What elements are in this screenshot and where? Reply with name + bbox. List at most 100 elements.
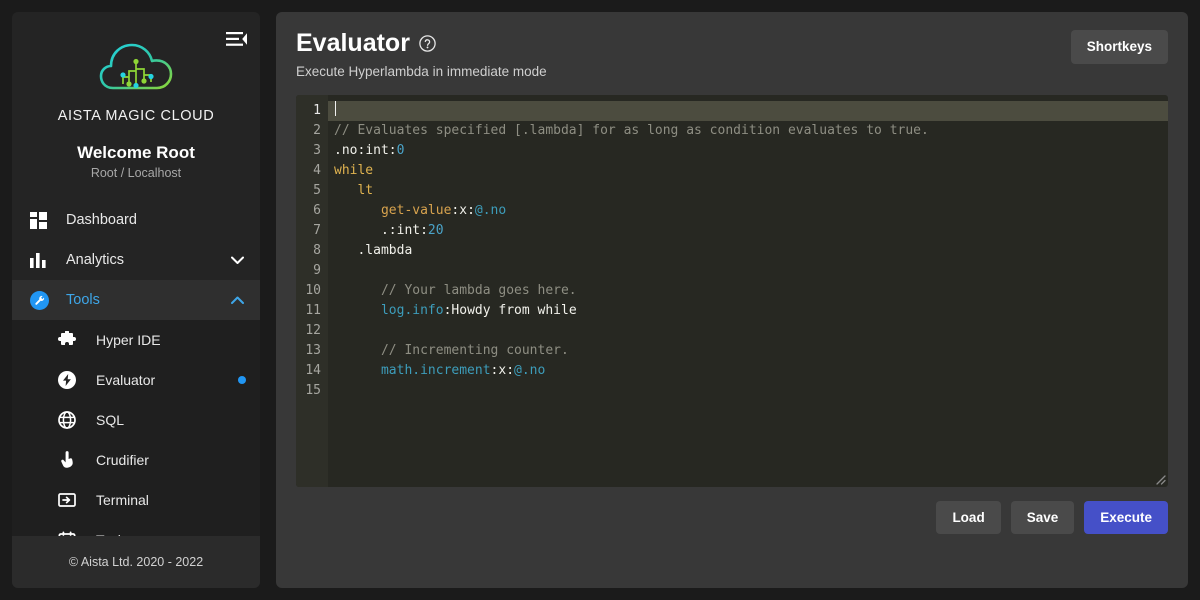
sidebar-subitem-label: Evaluator bbox=[96, 372, 156, 388]
brand-name: AISTA MAGIC CLOUD bbox=[57, 108, 215, 124]
code-token: .lambda bbox=[334, 242, 413, 258]
code-token: @ bbox=[474, 202, 483, 218]
shortkeys-button[interactable]: Shortkeys bbox=[1070, 30, 1168, 64]
code-token: int bbox=[365, 142, 389, 158]
code-token: while bbox=[334, 162, 374, 178]
line-number: 14 bbox=[305, 362, 321, 378]
code-token: :x: bbox=[490, 362, 515, 378]
puzzle-piece-icon bbox=[58, 331, 84, 349]
hyperlambda-editor[interactable]: 1 2 3 4 5 6 7 8 9 10 11 12 13 14 15 // Evaluates speci… bbox=[296, 94, 1168, 487]
line-number: 4 bbox=[313, 162, 321, 178]
globe-icon bbox=[58, 411, 84, 429]
sidebar-item-dashboard[interactable]: Dashboard bbox=[12, 200, 260, 240]
line-number: 6 bbox=[313, 202, 321, 218]
code-line[interactable]: .lambda bbox=[328, 241, 1168, 261]
code-line[interactable] bbox=[328, 381, 1168, 401]
code-token: log.info bbox=[380, 302, 444, 318]
sidebar-subitem-tasks[interactable]: Tasks bbox=[12, 520, 260, 536]
code-token: Howdy from while bbox=[451, 302, 577, 318]
line-number: 12 bbox=[305, 322, 321, 338]
header-text-block: Evaluator Execute Hyperlambda in immedia… bbox=[296, 29, 547, 78]
code-line[interactable] bbox=[328, 261, 1168, 281]
code-token: .no bbox=[482, 202, 507, 218]
code-token: get-value bbox=[380, 202, 452, 218]
sidebar-footer: © Aista Ltd. 2020 - 2022 bbox=[12, 536, 260, 588]
sidebar-subitem-label: Terminal bbox=[96, 492, 149, 508]
code-line[interactable]: .:int:20 bbox=[328, 221, 1168, 241]
chevron-up-icon[interactable] bbox=[228, 296, 246, 305]
load-button[interactable]: Load bbox=[936, 500, 1001, 534]
main-header: Evaluator Execute Hyperlambda in immedia… bbox=[296, 29, 1168, 79]
code-token: // Your lambda goes here. bbox=[380, 282, 577, 298]
editor-resize-handle[interactable] bbox=[1152, 471, 1166, 485]
code-token: math.increment bbox=[380, 362, 491, 378]
line-number: 8 bbox=[313, 242, 321, 258]
user-path: Root / Localhost bbox=[90, 166, 182, 180]
code-line[interactable]: get-value:x:@.no bbox=[328, 201, 1168, 221]
sidebar-item-label: Tools bbox=[66, 292, 100, 308]
line-number: 3 bbox=[313, 142, 321, 158]
editor-line-numbers: 1 2 3 4 5 6 7 8 9 10 11 12 13 14 15 bbox=[296, 94, 328, 487]
line-number: 5 bbox=[313, 182, 321, 198]
line-number: 15 bbox=[305, 382, 321, 398]
sidebar-subitem-label: Crudifier bbox=[96, 452, 149, 468]
sidebar: AISTA MAGIC CLOUD Welcome Root Root / Lo… bbox=[12, 12, 260, 588]
code-token: .no bbox=[521, 362, 546, 378]
code-token: // Evaluates specified [.lambda] for as … bbox=[334, 122, 929, 138]
save-button[interactable]: Save bbox=[1010, 500, 1075, 534]
editor-code-area[interactable]: // Evaluates specified [.lambda] for as … bbox=[328, 95, 1168, 487]
code-line[interactable]: .no:int:0 bbox=[328, 141, 1168, 161]
page-title-text: Evaluator bbox=[296, 29, 410, 57]
code-token: .:int: bbox=[334, 222, 428, 238]
sidebar-subitem-terminal[interactable]: Terminal bbox=[12, 480, 260, 520]
code-token: : bbox=[388, 142, 397, 158]
code-token: // Incrementing counter. bbox=[380, 342, 569, 358]
code-token: lt bbox=[357, 182, 374, 198]
sidebar-item-analytics[interactable]: Analytics bbox=[12, 240, 260, 280]
welcome-text: Welcome Root bbox=[77, 143, 195, 162]
collapse-menu-icon[interactable] bbox=[222, 26, 250, 52]
code-line[interactable]: lt bbox=[328, 181, 1168, 201]
dashboard-grid-icon bbox=[30, 211, 56, 229]
code-token: 0 bbox=[396, 142, 405, 158]
sidebar-subitem-sql[interactable]: SQL bbox=[12, 400, 260, 440]
code-line[interactable]: // Evaluates specified [.lambda] for as … bbox=[328, 121, 1168, 141]
code-token: @ bbox=[514, 362, 522, 378]
bar-chart-icon bbox=[30, 252, 56, 268]
code-token: .no bbox=[334, 142, 358, 158]
editor-actions: Load Save Execute bbox=[296, 500, 1168, 534]
sidebar-subitem-label: Hyper IDE bbox=[96, 332, 161, 348]
code-line[interactable] bbox=[328, 321, 1168, 341]
sidebar-item-tools[interactable]: Tools bbox=[12, 280, 260, 320]
sidebar-nav: Dashboard Analytics Tools Hyper IDE Eval… bbox=[12, 200, 260, 536]
active-indicator-dot bbox=[238, 376, 246, 384]
pointing-hand-icon bbox=[58, 451, 84, 469]
sidebar-item-label: Analytics bbox=[66, 252, 125, 268]
sidebar-subitem-crudifier[interactable]: Crudifier bbox=[12, 440, 260, 480]
line-number: 2 bbox=[313, 122, 321, 138]
code-line[interactable]: while bbox=[328, 161, 1168, 181]
code-token: :x: bbox=[451, 202, 475, 218]
code-line[interactable]: math.increment:x:@.no bbox=[328, 361, 1168, 381]
code-token: 20 bbox=[427, 222, 444, 238]
code-line[interactable]: // Your lambda goes here. bbox=[328, 281, 1168, 301]
tools-wrench-icon bbox=[30, 290, 56, 310]
line-number: 13 bbox=[305, 342, 321, 358]
execute-button[interactable]: Execute bbox=[1084, 500, 1168, 534]
line-number: 7 bbox=[313, 222, 321, 238]
text-cursor bbox=[335, 100, 336, 116]
code-line[interactable]: // Incrementing counter. bbox=[328, 341, 1168, 361]
chevron-down-icon[interactable] bbox=[228, 256, 246, 265]
sidebar-subitem-label: SQL bbox=[96, 412, 125, 428]
sidebar-subitem-hyper-ide[interactable]: Hyper IDE bbox=[12, 320, 260, 360]
question-mark-circle-icon[interactable] bbox=[419, 35, 436, 52]
code-line[interactable]: log.info:Howdy from while bbox=[328, 301, 1168, 321]
code-line[interactable] bbox=[328, 100, 1168, 121]
tools-submenu: Hyper IDE Evaluator SQL Crudifier Termin… bbox=[12, 320, 260, 536]
sidebar-item-label: Dashboard bbox=[66, 212, 137, 228]
sidebar-subitem-evaluator[interactable]: Evaluator bbox=[12, 360, 260, 400]
